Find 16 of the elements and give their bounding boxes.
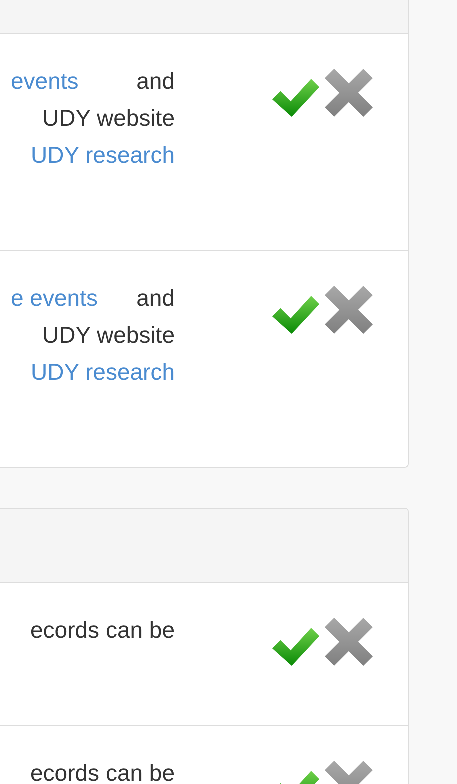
description-text: and	[136, 284, 175, 313]
reject-button[interactable]	[324, 286, 374, 337]
close-icon	[324, 618, 374, 666]
link[interactable]: UDY research	[30, 137, 175, 174]
description-text: UDY website	[42, 104, 175, 133]
close-icon	[324, 286, 374, 334]
reject-button[interactable]	[324, 618, 374, 669]
close-icon	[324, 69, 374, 117]
description-text: ecords can be	[30, 616, 175, 645]
description-text: and	[136, 67, 175, 96]
description-text: ecords can be	[30, 759, 175, 784]
description-text: UDY website	[42, 321, 175, 350]
reject-button[interactable]	[324, 69, 374, 120]
link[interactable]: e events	[11, 280, 98, 317]
link[interactable]: events	[11, 63, 79, 100]
link[interactable]: UDY research	[30, 354, 175, 391]
